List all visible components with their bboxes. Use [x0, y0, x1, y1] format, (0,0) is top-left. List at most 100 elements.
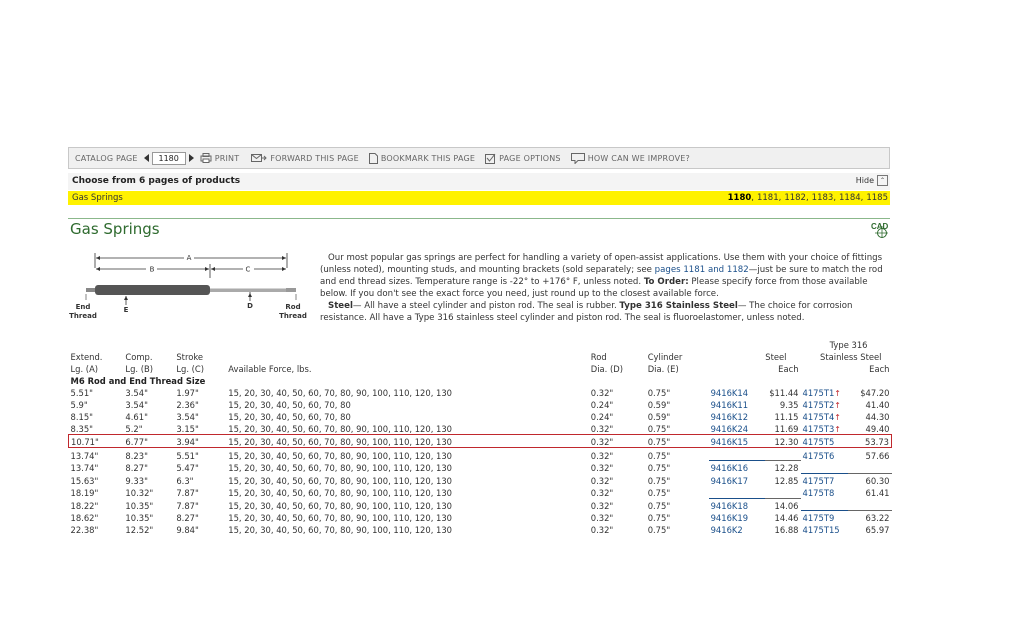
ss-part-number-link[interactable]: 4175T8 [803, 488, 835, 498]
steel-part-number-link[interactable]: 9416K11 [711, 400, 748, 410]
speech-bubble-icon [570, 152, 585, 164]
page-link-1180[interactable]: 1180 [728, 193, 752, 203]
steel-part-number-link[interactable]: 9416K14 [711, 388, 748, 398]
choose-pages-bar: Choose from 6 pages of products Hide ⌃ [68, 173, 890, 190]
ss-price-cell: 63.22 [865, 513, 890, 523]
rod-dia-cell: 0.32" [590, 488, 614, 498]
steel-part-number-link[interactable]: 9416K12 [711, 412, 748, 422]
page-number-input[interactable] [151, 151, 186, 165]
extended-length-cell: 13.74" [70, 450, 99, 461]
cad-icon[interactable]: CAD [870, 221, 890, 242]
rod-dia-cell: 0.32" [590, 463, 614, 473]
catalog-toolbar: CATALOG PAGE PRINT FORWARD THIS PAGE BOO… [68, 147, 890, 169]
page-title: Gas Springs [70, 220, 160, 238]
forward-label: FORWARD THIS PAGE [270, 153, 359, 163]
steel-part-number: 9416K18 [709, 498, 765, 511]
ss-part-number-link[interactable]: 4175T9 [803, 513, 835, 523]
page-options-button[interactable]: PAGE OPTIONS [485, 153, 561, 164]
forward-mail-icon [251, 154, 268, 162]
compressed-length-cell: 10.35" [125, 513, 154, 523]
extended-length-cell: 5.51" [70, 388, 94, 398]
compressed-length-cell: 10.32" [125, 488, 154, 498]
force-cell: 15, 20, 30, 40, 50, 60, 70, 80, 90, 100,… [228, 500, 453, 511]
force-cell: 15, 20, 30, 40, 50, 60, 70, 80, 90, 100,… [228, 488, 453, 498]
category-name[interactable]: Gas Springs [72, 193, 123, 203]
hide-toggle[interactable]: Hide ⌃ [856, 175, 888, 186]
steel-part-number-link[interactable]: 9416K15 [711, 437, 748, 447]
steel-part-number: 9416K17 [709, 473, 765, 486]
ss-price-cell [848, 460, 892, 474]
header-row-2: Extend. Comp. Stroke Rod Cylinder Steel … [69, 350, 892, 362]
page-link-1184[interactable]: 1184 [839, 193, 861, 203]
prev-page-icon[interactable] [143, 154, 149, 162]
ss-part-number-link[interactable]: 4175T1 [803, 388, 835, 398]
compressed-length-cell: 12.52" [125, 525, 154, 535]
compressed-length-cell: 10.35" [125, 500, 154, 511]
printer-icon [200, 153, 212, 163]
extended-length-cell: 15.63" [70, 475, 99, 486]
compressed-length-cell: 3.54" [125, 400, 148, 410]
bookmark-button[interactable]: BOOKMARK THIS PAGE [368, 152, 475, 164]
steel-price-cell: 16.88 [774, 525, 799, 535]
steel-part-number: 9416K19 [709, 511, 765, 523]
ss-part-number-link[interactable]: 4175T4 [803, 412, 835, 422]
gas-spring-table: Type 316 Extend. Comp. Stroke Rod Cylind… [68, 338, 893, 535]
stainless-label: Type 316 Stainless Steel [619, 301, 738, 311]
ss-part-number-link[interactable]: 4175T15 [803, 525, 840, 535]
page-link-1181[interactable]: 1181 [757, 193, 779, 203]
force-cell: 15, 20, 30, 40, 50, 60, 70, 80, 90, 100,… [228, 424, 453, 434]
ss-part-number-link[interactable]: 4175T5 [803, 437, 835, 447]
print-button[interactable]: PRINT [200, 153, 240, 163]
steel-part-number-link[interactable]: 9416K2 [711, 525, 743, 535]
bookmark-page-icon [368, 152, 378, 164]
compressed-length-cell: 6.77" [123, 434, 175, 448]
ss-price-cell: 44.30 [865, 412, 890, 422]
improve-button[interactable]: HOW CAN WE IMPROVE? [570, 152, 690, 164]
rod-thread-label-2: Thread [279, 312, 307, 320]
extended-length-cell: 18.19" [70, 488, 99, 498]
ss-price-cell: 65.97 [865, 525, 890, 535]
ss-part-number-link[interactable]: 4175T6 [803, 451, 835, 461]
steel-part-number-link[interactable]: 9416K17 [711, 476, 748, 486]
product-description: Our most popular gas springs are perfect… [320, 252, 886, 324]
force-cell: 15, 20, 30, 40, 50, 60, 70, 80 [228, 412, 351, 422]
page-link-1185[interactable]: 1185 [866, 193, 888, 203]
ss-part-number-link[interactable]: 4175T2 [803, 400, 835, 410]
ss-each-header: Each [869, 364, 890, 374]
ss-price-cell: 41.40 [865, 400, 890, 410]
pages-1181-1182-link[interactable]: pages 1181 and 1182 [655, 265, 749, 275]
force-cell: 15, 20, 30, 40, 50, 60, 70, 80, 90, 100,… [226, 434, 589, 448]
ext-header-1: Extend. [70, 352, 103, 362]
next-page-icon[interactable] [188, 154, 194, 162]
dim-e-label: E [124, 306, 129, 314]
page-link-1182[interactable]: 1182 [784, 193, 806, 203]
table-row: 5.9" 3.54" 2.36" 15, 20, 30, 40, 50, 60, 70… [69, 398, 892, 410]
stroke-length-cell: 7.87" [176, 500, 199, 511]
ss-part-number-link[interactable]: 4175T3 [803, 424, 835, 434]
page-link-1183[interactable]: 1183 [812, 193, 834, 203]
cyl-dia-cell: 0.59" [647, 412, 671, 422]
steel-part-number-link[interactable]: 9416K24 [711, 424, 748, 434]
steel-part-number-link[interactable]: 9416K18 [711, 501, 748, 511]
force-cell: 15, 20, 30, 40, 50, 60, 70, 80, 90, 100,… [228, 475, 453, 486]
gas-spring-diagram: A B C E D End Thread Rod Thread [69, 253, 307, 320]
rod-dia-cell: 0.24" [590, 400, 614, 410]
stroke-length-cell: 5.51" [176, 450, 199, 461]
cyl-dia-cell: 0.75" [647, 463, 671, 473]
steel-part-number-link[interactable]: 9416K16 [711, 463, 748, 473]
cyl-dia-cell: 0.75" [647, 513, 671, 523]
steel-price-cell: $11.44 [769, 388, 799, 398]
steel-label: Steel [328, 301, 353, 311]
ss-part-number-link[interactable]: 4175T7 [803, 476, 835, 486]
steel-part-number-link[interactable]: 9416K19 [711, 513, 748, 523]
forward-button[interactable]: FORWARD THIS PAGE [251, 153, 359, 163]
steel-header: Steel [765, 352, 787, 362]
up-arrow-icon: ↑ [834, 401, 841, 410]
cyl-dia-cell: 0.75" [645, 434, 709, 448]
cyl-dia-cell: 0.75" [647, 500, 671, 511]
stroke-length-cell: 3.54" [176, 412, 199, 422]
extended-length-cell: 8.15" [70, 412, 94, 422]
steel-part-number: 9416K14 [709, 386, 765, 398]
dim-a-label: A [187, 254, 192, 262]
separator: , [860, 193, 864, 203]
